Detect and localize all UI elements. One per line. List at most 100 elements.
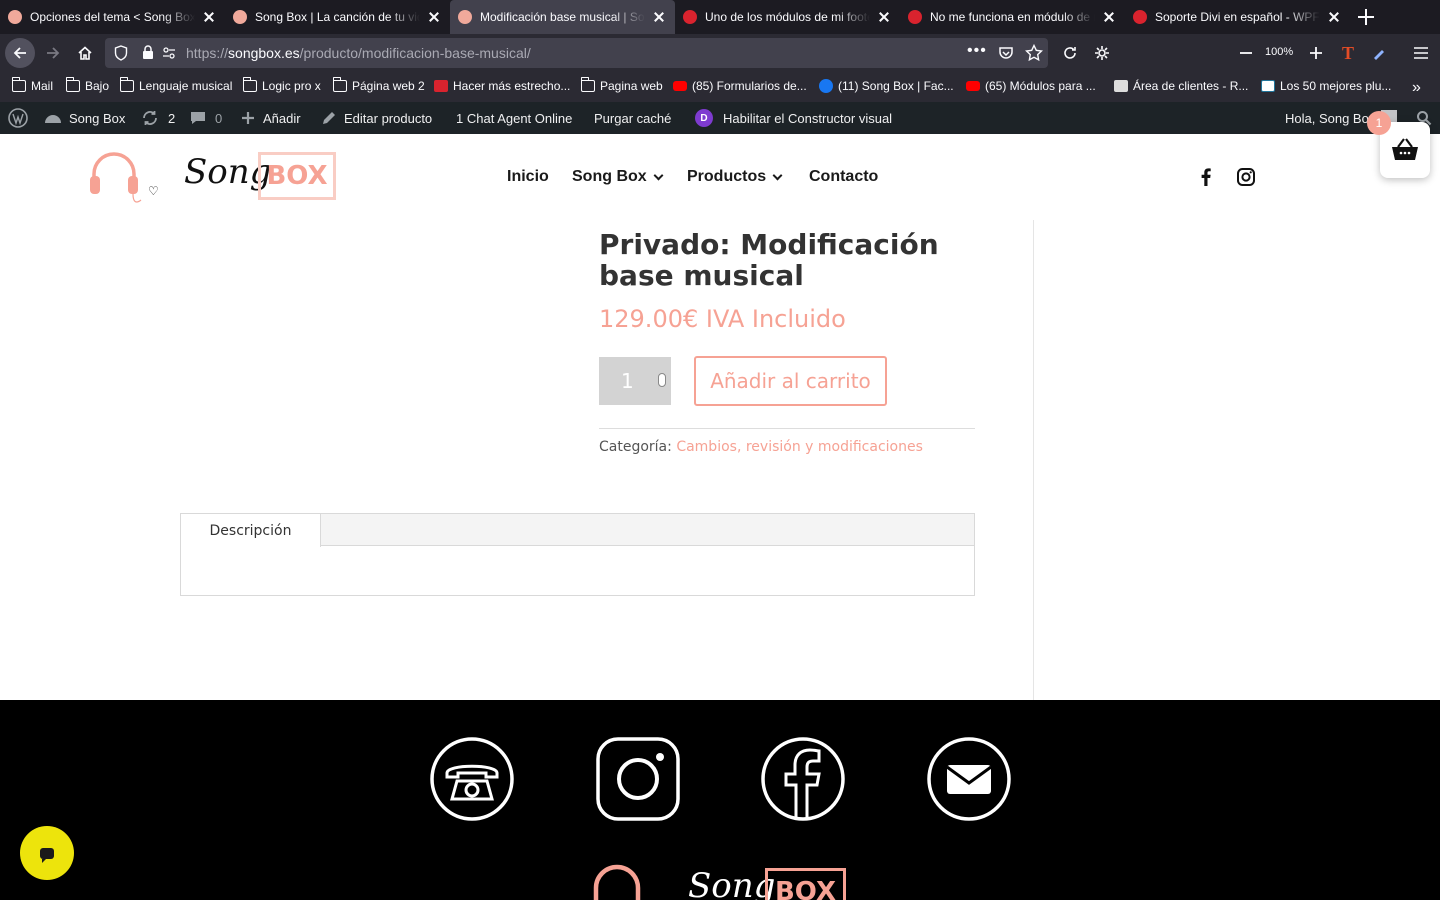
page-actions-icon[interactable]: ••• (967, 42, 987, 60)
instagram-icon[interactable] (1236, 167, 1256, 187)
footer-logo-box: BOX (765, 868, 846, 900)
spinner-arrows-icon[interactable] (658, 373, 666, 387)
add-to-cart-button[interactable]: Añadir al carrito (694, 356, 887, 406)
nav-productos[interactable]: Productos (687, 168, 783, 186)
nav-contacto[interactable]: Contacto (809, 168, 878, 186)
purge-cache-link[interactable]: Purgar caché (594, 102, 671, 134)
bookmark-label: (11) Song Box | Fac... (838, 79, 954, 93)
menu-button[interactable] (1406, 38, 1436, 68)
close-tab-icon[interactable] (876, 9, 892, 25)
edit-product-link[interactable]: Editar producto (321, 102, 432, 134)
folder-icon (242, 77, 257, 92)
bookmark-item[interactable]: Lenguaje musical (119, 77, 232, 93)
wpfacil-icon (434, 80, 448, 92)
bookmark-item[interactable]: Mail (11, 77, 53, 93)
zoom-in-button[interactable] (1301, 38, 1331, 68)
home-button[interactable] (70, 38, 100, 68)
reload-button[interactable] (1055, 38, 1085, 68)
songbox-favicon-icon (8, 10, 22, 24)
address-bar[interactable]: https://songbox.es/producto/modificacion… (105, 38, 1048, 68)
browser-tab[interactable]: Uno de los módulos de mi footer (675, 0, 900, 34)
bookmark-item[interactable]: Los 50 mejores plu... (1261, 79, 1391, 93)
comments-link[interactable]: 0 (190, 102, 222, 134)
extension-button[interactable] (1087, 38, 1117, 68)
chat-widget-button[interactable] (20, 826, 74, 880)
updates-count: 2 (168, 110, 176, 126)
t-extension-icon[interactable]: T (1333, 38, 1363, 68)
facebook-icon[interactable] (1196, 167, 1216, 187)
close-tab-icon[interactable] (1101, 9, 1117, 25)
nav-label: Inicio (507, 168, 549, 185)
tab-title: Soporte Divi en español - WPFácil (1155, 10, 1320, 24)
product-category: Categoría: Cambios, revisión y modificac… (599, 439, 923, 455)
pocket-icon[interactable] (998, 45, 1014, 61)
bookmark-item[interactable]: Página web 2 (332, 77, 425, 93)
eyedropper-extension-icon[interactable] (1364, 38, 1394, 68)
site-permissions-icon (163, 47, 175, 59)
add-new-link[interactable]: Añadir (241, 102, 301, 134)
zoom-level[interactable]: 100% (1265, 46, 1293, 58)
browser-tab[interactable]: Opciones del tema < Song Box — WordPress (0, 0, 225, 34)
phone-icon[interactable] (430, 737, 514, 821)
bookmark-item[interactable]: Área de clientes - R... (1114, 79, 1248, 93)
bookmark-item[interactable]: (65) Módulos para ... (966, 79, 1096, 93)
mail-icon[interactable] (927, 737, 1011, 821)
updates-link[interactable]: 2 (141, 102, 175, 134)
gear-icon (1095, 46, 1109, 60)
chat-bubble-icon (40, 847, 54, 863)
nav-song-box[interactable]: Song Box (572, 168, 664, 186)
browser-tab-strip: Opciones del tema < Song Box — WordPress… (0, 0, 1440, 34)
basket-icon (1392, 138, 1418, 160)
bookmark-label: Bajo (85, 79, 110, 93)
category-link[interactable]: Cambios, revisión y modificaciones (676, 439, 923, 455)
forward-button[interactable] (38, 38, 68, 68)
heart-icon: ♡ (148, 184, 159, 198)
wp-admin-bar: Song Box 2 0 Añadir Editar producto 1 Ch… (0, 102, 1440, 134)
bookmarks-overflow-icon[interactable]: » (1412, 79, 1421, 97)
bookmark-item[interactable]: Bajo (65, 77, 110, 93)
facebook-icon[interactable] (761, 737, 845, 821)
bookmark-item[interactable]: Hacer más estrecho... (434, 79, 570, 93)
instagram-icon[interactable] (596, 737, 680, 821)
sidebar-divider (1033, 220, 1034, 700)
url-scheme: https:// (186, 45, 229, 61)
divi-builder-link[interactable]: D Habilitar el Constructor visual (695, 102, 892, 134)
folder-icon (119, 77, 134, 92)
dashboard-icon (45, 115, 61, 123)
browser-tab-active[interactable]: Modificación base musical | Song Box (450, 0, 675, 34)
folder-icon (65, 77, 80, 92)
browser-navbar: https://songbox.es/producto/modificacion… (0, 34, 1440, 72)
browser-tab[interactable]: Song Box | La canción de tu vida (225, 0, 450, 34)
bookmark-label: Logic pro x (262, 79, 321, 93)
nav-inicio[interactable]: Inicio (507, 168, 549, 186)
site-logo[interactable]: ♡ Song BOX (88, 144, 338, 208)
close-tab-icon[interactable] (651, 9, 667, 25)
shield-icon (114, 45, 128, 61)
bookmark-item[interactable]: (11) Song Box | Fac... (819, 79, 954, 93)
close-tab-icon[interactable] (201, 9, 217, 25)
zoom-out-button[interactable] (1231, 38, 1261, 68)
bookmark-item[interactable]: Logic pro x (242, 77, 321, 93)
greeting-text: Hola, Song Box (1285, 110, 1376, 126)
site-name-link[interactable]: Song Box (44, 102, 125, 134)
browser-tab[interactable]: No me funciona en módulo de redes (900, 0, 1125, 34)
nav-label: Contacto (809, 168, 879, 185)
wordpress-logo-icon[interactable] (8, 102, 28, 134)
hamburger-menu-icon (1414, 47, 1428, 59)
bookmark-item[interactable]: (85) Formularios de... (673, 79, 807, 93)
tab-title: Opciones del tema < Song Box — WordPress (30, 10, 195, 24)
bookmark-item[interactable]: Pagina web (580, 77, 663, 93)
comment-icon (191, 112, 205, 124)
bookmarks-toolbar: Mail Bajo Lenguaje musical Logic pro x P… (0, 72, 1440, 102)
new-tab-icon[interactable] (1356, 7, 1376, 27)
plus-icon (242, 112, 254, 124)
tab-description[interactable]: Descripción (181, 514, 321, 547)
close-tab-icon[interactable] (426, 9, 442, 25)
bookmark-star-icon[interactable] (1025, 44, 1043, 62)
quantity-stepper[interactable]: 1 (599, 357, 671, 405)
bookmark-label: Pagina web (600, 79, 663, 93)
browser-tab[interactable]: Soporte Divi en español - WPFácil (1125, 0, 1350, 34)
close-tab-icon[interactable] (1326, 9, 1342, 25)
chat-agent-link[interactable]: 1 Chat Agent Online (456, 102, 572, 134)
back-button[interactable] (5, 38, 35, 68)
